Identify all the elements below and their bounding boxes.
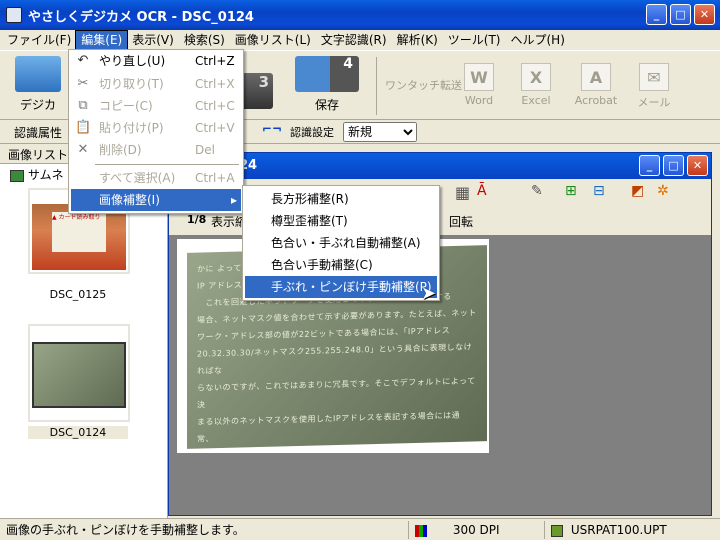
menu-search[interactable]: 検索(S) — [179, 31, 230, 50]
thumbnail-label-selected: DSC_0124 — [28, 426, 128, 439]
pattern-pane: USRPAT100.UPT — [544, 521, 720, 539]
grid-icon[interactable]: ▦ — [455, 183, 470, 202]
menu-rect-correction[interactable]: 長方形補整(R) — [245, 188, 437, 210]
thumbnail-label: DSC_0125 — [49, 288, 107, 301]
status-message: 画像の手ぶれ・ピンぼけを手動補整します。 — [6, 523, 245, 537]
thumbnail-dsc0124[interactable] — [28, 324, 130, 422]
child-maximize-button[interactable]: □ — [663, 155, 684, 176]
settings-icon[interactable]: ✲ — [657, 183, 669, 199]
toolbar-divider — [376, 57, 377, 115]
child-minimize-button[interactable]: _ — [639, 155, 660, 176]
menu-select-all[interactable]: すべて選択(A) Ctrl+A — [71, 167, 241, 189]
recog-setting-select[interactable]: 新規 — [343, 122, 417, 142]
menu-image-correction[interactable]: 画像補整(I) ▸ — [71, 189, 241, 211]
mouse-cursor-icon: ➤ — [421, 283, 437, 304]
menu-image-list[interactable]: 画像リスト(L) — [230, 31, 316, 50]
window-title: やさしくデジカメ OCR - DSC_0124 — [28, 9, 254, 25]
menu-manual-blur-correction[interactable]: 手ぶれ・ピンぼけ手動補整(P) — [245, 276, 437, 298]
title-bar[interactable]: やさしくデジカメ OCR - DSC_0124 _ □ ✕ — [0, 0, 720, 30]
edit-menu: ↶ やり直し(U) Ctrl+Z ✂ 切り取り(T) Ctrl+X ⧉ コピー(… — [68, 49, 244, 214]
app-icon — [6, 7, 22, 23]
thumbnail-icon — [10, 169, 24, 182]
menu-analysis[interactable]: 解析(K) — [392, 31, 443, 50]
menu-recognition[interactable]: 文字認識(R) — [316, 31, 392, 50]
menu-help[interactable]: ヘルプ(H) — [506, 31, 570, 50]
child-title-bar[interactable]: 24 _ □ ✕ — [169, 153, 711, 179]
menu-barrel-correction[interactable]: 樽型歪補整(T) — [245, 210, 437, 232]
floppy-icon: 4 — [295, 56, 359, 92]
status-bar: 画像の手ぶれ・ピンぼけを手動補整します。 300 DPI USRPAT100.U… — [0, 518, 720, 540]
menu-manual-color-correction[interactable]: 色合い手動補整(C) — [245, 254, 437, 276]
tree-icon[interactable]: ⊞ — [565, 183, 577, 199]
menu-tools[interactable]: ツール(T) — [443, 31, 506, 50]
layout-icon[interactable]: ◩ — [631, 183, 644, 199]
excel-button[interactable]: X Excel — [516, 63, 556, 113]
menu-undo[interactable]: ↶ やり直し(U) Ctrl+Z — [71, 50, 241, 72]
mail-icon: ✉ — [639, 63, 669, 91]
menu-view[interactable]: 表示(V) — [127, 31, 179, 50]
acrobat-button[interactable]: A Acrobat — [575, 63, 617, 113]
word-button[interactable]: W Word — [459, 63, 499, 113]
image-correction-submenu: 長方形補整(R) 樽型歪補整(T) 色合い・手ぶれ自動補整(A) 色合い手動補整… — [242, 185, 440, 301]
tree2-icon[interactable]: ⊟ — [593, 183, 605, 199]
menu-paste[interactable]: 📋 貼り付け(P) Ctrl+V — [71, 117, 241, 139]
maximize-button[interactable]: □ — [670, 4, 691, 25]
scissors-icon: ✂ — [77, 76, 89, 91]
paste-icon: 📋 — [75, 120, 92, 135]
acrobat-icon: A — [581, 63, 611, 91]
menu-delete[interactable]: ✕ 削除(D) Del — [71, 139, 241, 161]
digicam-button[interactable]: デジカ — [6, 53, 70, 117]
dpi-pane: 300 DPI — [408, 521, 538, 539]
rotate-button[interactable]: 回転 — [449, 213, 473, 230]
save-button[interactable]: 4 保存 — [290, 53, 364, 117]
thumbnail-tab[interactable]: サムネ — [10, 166, 64, 184]
color-mode-icon — [415, 524, 427, 537]
thumbnail-image — [32, 342, 126, 408]
text-recog-icon[interactable]: Ā — [477, 183, 487, 199]
menu-file[interactable]: ファイル(F) — [2, 31, 76, 50]
camera-icon — [15, 56, 61, 92]
word-icon: W — [464, 63, 494, 91]
menu-auto-color-correction[interactable]: 色合い・手ぶれ自動補整(A) — [245, 232, 437, 254]
close-button[interactable]: ✕ — [694, 4, 715, 25]
undo-icon: ↶ — [77, 53, 89, 68]
menu-separator — [95, 164, 239, 165]
brush-icon[interactable]: ✎ — [531, 183, 543, 199]
mail-button[interactable]: ✉ メール — [634, 63, 674, 113]
pattern-icon — [551, 524, 563, 537]
minimize-button[interactable]: _ — [646, 4, 667, 25]
delete-icon: ✕ — [77, 142, 89, 157]
menu-edit[interactable]: 編集(E) — [75, 29, 129, 51]
page-counter: 1/8 — [187, 213, 207, 226]
menu-cut[interactable]: ✂ 切り取り(T) Ctrl+X — [71, 73, 241, 95]
recog-setting-label: 認識設定 — [290, 126, 334, 139]
copy-icon: ⧉ — [78, 98, 88, 113]
selection-icon[interactable]: ⌐¬ — [262, 122, 282, 136]
child-close-button[interactable]: ✕ — [687, 155, 708, 176]
menu-bar: ファイル(F) 編集(E) 表示(V) 検索(S) 画像リスト(L) 文字認識(… — [0, 29, 720, 51]
menu-copy[interactable]: ⧉ コピー(C) Ctrl+C — [71, 95, 241, 117]
onetouch-label: ワンタッチ転送 — [385, 79, 462, 92]
submenu-arrow-icon: ▸ — [231, 193, 238, 207]
excel-icon: X — [521, 63, 551, 91]
recog-attr-label: 認識属性 — [14, 126, 63, 140]
